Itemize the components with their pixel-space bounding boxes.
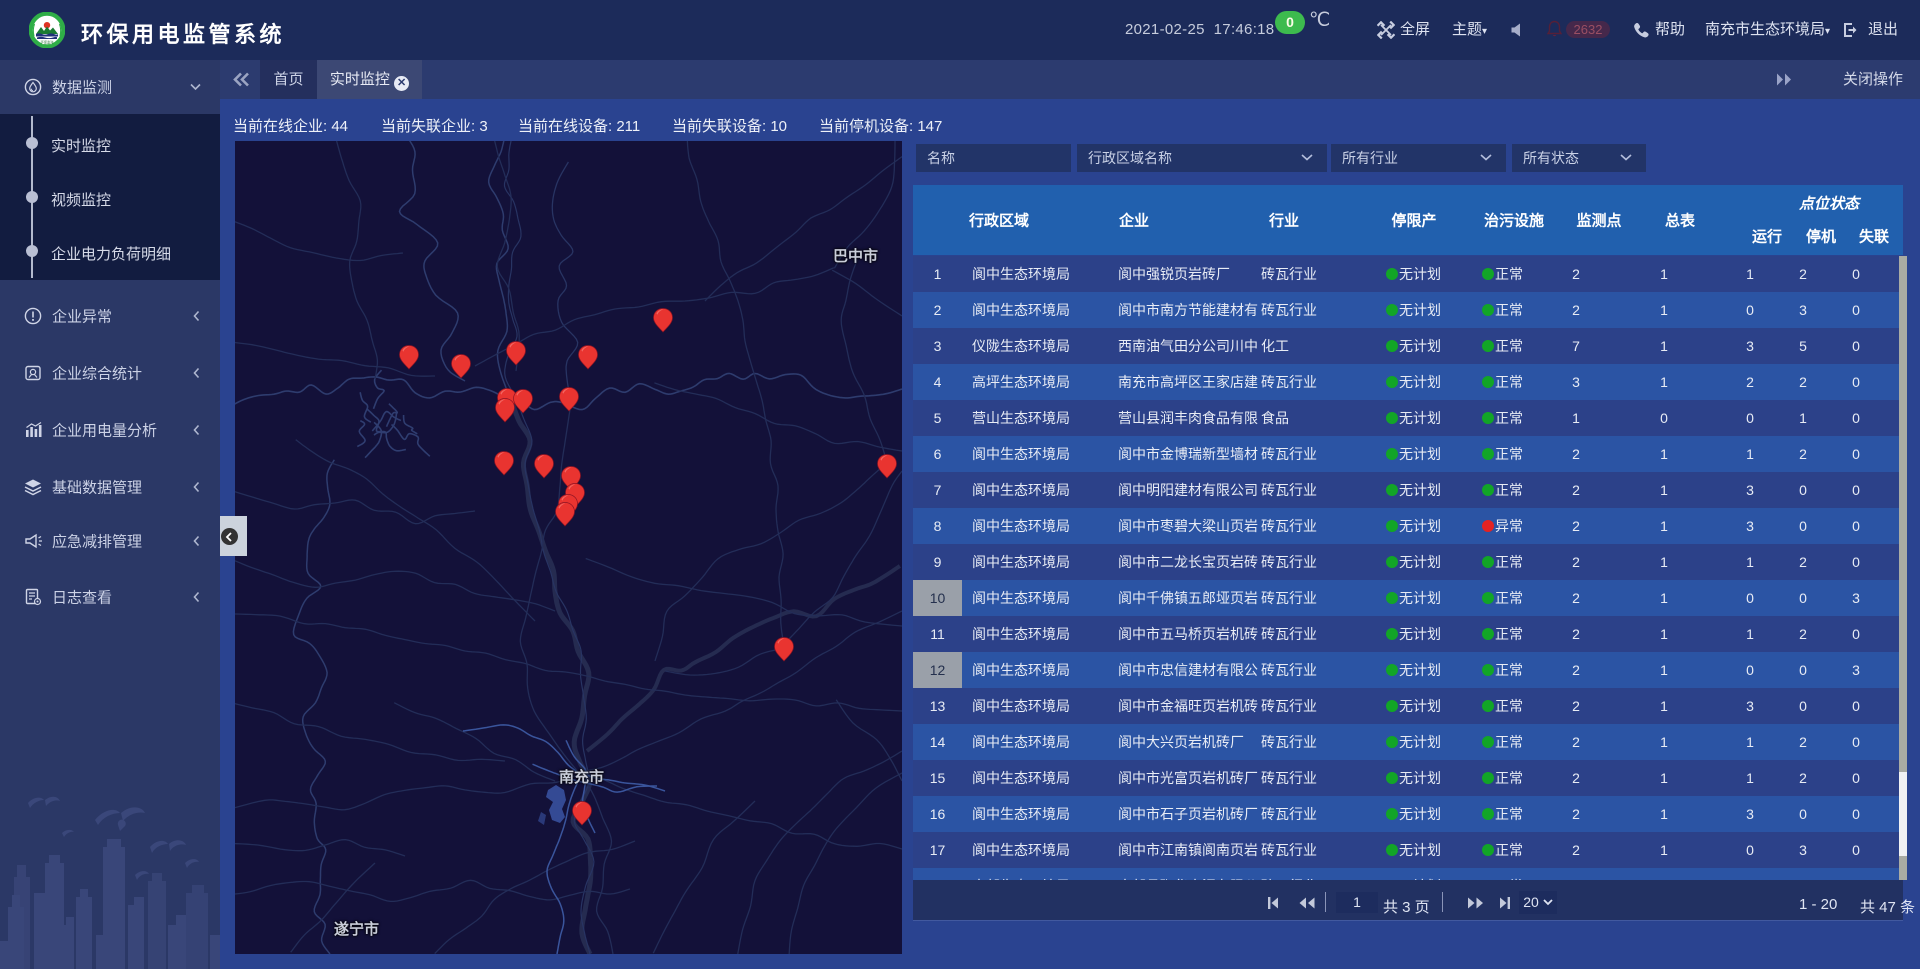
svg-text:环保监测: 环保监测: [41, 39, 54, 44]
